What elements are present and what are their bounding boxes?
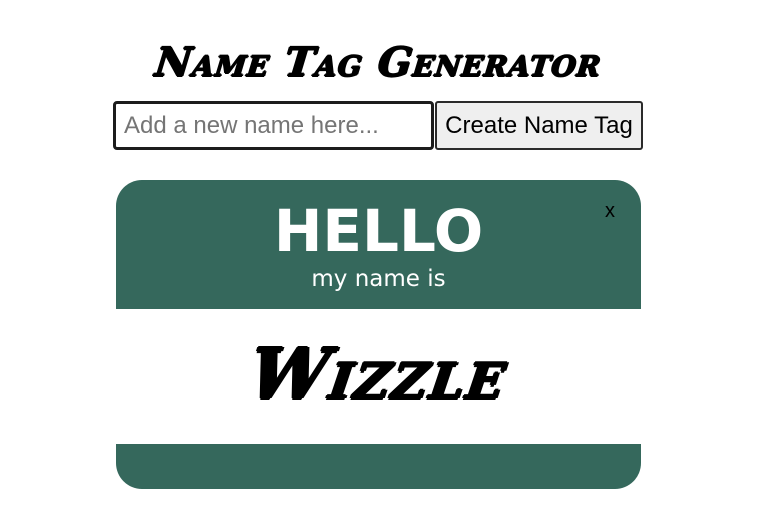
name-tag-form: Create Name Tag [113, 101, 643, 150]
name-input[interactable] [113, 101, 434, 150]
name-tag-card: HELLO my name is x Wizzle [116, 180, 641, 489]
create-name-tag-button[interactable]: Create Name Tag [435, 101, 643, 150]
delete-tag-button[interactable]: x [605, 200, 615, 222]
tag-greeting: HELLO [273, 197, 484, 265]
tag-name: Wizzle [244, 332, 513, 415]
tag-subtitle: my name is [311, 266, 446, 292]
page-title: Name Tag Generator [152, 38, 605, 86]
tag-name-area: Wizzle [116, 309, 641, 444]
